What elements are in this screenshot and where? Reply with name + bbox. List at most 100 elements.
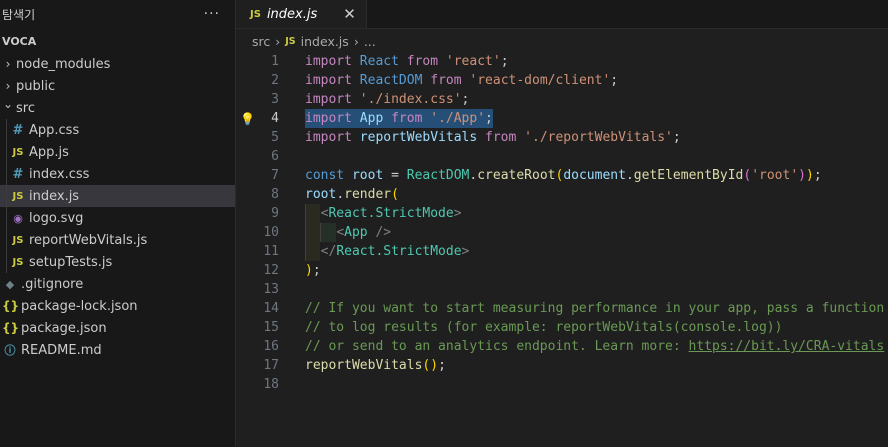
- chevron-down-icon[interactable]: ⌄: [2, 97, 14, 111]
- code-line[interactable]: 14 // If you want to start measuring perf…: [236, 299, 888, 318]
- code-token: >: [453, 206, 462, 221]
- breadcrumb-file[interactable]: index.js: [301, 34, 349, 49]
- code-token: 'root': [751, 168, 799, 183]
- code-line[interactable]: 5 import reportWebVitals from './reportWe…: [236, 128, 888, 147]
- line-number: 15: [263, 320, 279, 335]
- tree-item-app-css[interactable]: # App.css: [0, 119, 235, 141]
- code-text: import React from 'react';: [305, 52, 509, 71]
- code-text: // If you want to start measuring perfor…: [305, 299, 884, 318]
- json-file-icon: {}: [2, 321, 20, 335]
- code-token: import: [305, 92, 352, 107]
- css-file-icon: #: [12, 122, 24, 138]
- code-token: >: [461, 244, 470, 259]
- tree-item-index-js[interactable]: JS index.js: [0, 185, 235, 207]
- tree-item-label: index.js: [29, 188, 80, 204]
- code-line[interactable]: 💡 4 import App from './App';: [236, 109, 888, 128]
- tree-item-public[interactable]: › public: [0, 75, 235, 97]
- line-number: 10: [263, 225, 279, 240]
- code-line[interactable]: 13: [236, 280, 888, 299]
- code-line[interactable]: 3 import './index.css';: [236, 90, 888, 109]
- breadcrumb-symbols[interactable]: ...: [364, 34, 376, 49]
- indent-guide: [6, 251, 7, 273]
- code-token[interactable]: https://bit.ly/CRA-vitals: [689, 339, 885, 354]
- code-line[interactable]: 18: [236, 375, 888, 394]
- code-token: from: [430, 73, 462, 88]
- code-line[interactable]: 2 import ReactDOM from 'react-dom/client'…: [236, 71, 888, 90]
- tree-item-package-json[interactable]: {} package.json: [0, 317, 235, 339]
- code-text: const root = ReactDOM. createRoot (documen…: [305, 166, 822, 185]
- explorer-header: 탐색기 ···: [0, 0, 235, 28]
- code-text: // or send to an analytics endpoint. Lea…: [305, 337, 884, 356]
- line-number: 17: [263, 358, 279, 373]
- code-line[interactable]: 8 root.render(: [236, 185, 888, 204]
- code-line[interactable]: 11 </React.StrictMode>: [236, 242, 888, 261]
- workspace-name[interactable]: VOCA: [0, 31, 235, 53]
- line-number: 3: [271, 92, 279, 107]
- tree-item-package-lock-json[interactable]: {} package-lock.json: [0, 295, 235, 317]
- chevron-right-icon[interactable]: ›: [2, 79, 14, 93]
- code-token: './reportWebVitals': [524, 130, 673, 145]
- tab-index-js[interactable]: JS index.js ✕: [236, 0, 367, 28]
- code-token: App: [344, 225, 368, 240]
- code-line[interactable]: 9 <React.StrictMode>: [236, 204, 888, 223]
- code-token: ;: [312, 263, 321, 278]
- breadcrumb-folder[interactable]: src: [252, 34, 270, 49]
- line-number: 6: [271, 149, 279, 164]
- line-number: 16: [263, 339, 279, 354]
- code-line[interactable]: 17 reportWebVitals();: [236, 356, 888, 375]
- code-text: <App />: [305, 223, 391, 242]
- code-text: import reportWebVitals from './reportWeb…: [305, 128, 681, 147]
- code-token: ReactDOM: [406, 168, 470, 183]
- tree-item-src[interactable]: ⌄ src: [0, 97, 235, 119]
- tree-item-label: package-lock.json: [21, 298, 138, 314]
- code-editor[interactable]: 1 import React from 'react'; 2 import React…: [236, 52, 888, 394]
- code-token: reportWebVitals: [359, 130, 478, 145]
- code-token: 'react': [445, 54, 501, 69]
- git-file-icon: ◆: [5, 277, 15, 291]
- js-file-icon: JS: [12, 256, 24, 268]
- tree-item-gitignore[interactable]: ◆ .gitignore: [0, 273, 235, 295]
- tree-item-index-css[interactable]: # index.css: [0, 163, 235, 185]
- tree-item-app-js[interactable]: JS App.js: [0, 141, 235, 163]
- code-line[interactable]: 7 const root = ReactDOM. createRoot (docume…: [236, 166, 888, 185]
- info-file-icon: ⓘ: [4, 344, 16, 357]
- code-token: />: [367, 225, 392, 240]
- code-token: import: [305, 111, 352, 126]
- code-token: ;: [610, 73, 619, 88]
- tree-item-label: setupTests.js: [29, 254, 113, 270]
- line-number: 9: [271, 206, 279, 221]
- close-icon[interactable]: ✕: [343, 5, 356, 23]
- tree-item-node-modules[interactable]: › node_modules: [0, 53, 235, 75]
- code-token: ;: [672, 130, 681, 145]
- tree-item-label: README.md: [21, 342, 102, 358]
- code-line[interactable]: 12);: [236, 261, 888, 280]
- json-file-icon: {}: [2, 299, 20, 313]
- code-text: // to log results (for example: reportWe…: [305, 318, 782, 337]
- more-actions-icon[interactable]: ···: [204, 6, 220, 22]
- code-line[interactable]: 1 import React from 'react';: [236, 52, 888, 71]
- tree-item-readme-md[interactable]: ⓘ README.md: [0, 339, 235, 361]
- tree-item-setuptests-js[interactable]: JS setupTests.js: [0, 251, 235, 273]
- tree-item-reportwebvitals-js[interactable]: JS reportWebVitals.js: [0, 229, 235, 251]
- code-token: (: [391, 187, 399, 202]
- chevron-right-icon[interactable]: ›: [2, 57, 14, 71]
- code-token: // or send to an analytics endpoint. Lea…: [305, 339, 689, 354]
- tree-item-label: src: [16, 100, 35, 116]
- code-line[interactable]: 16 // or send to an analytics endpoint. L…: [236, 337, 888, 356]
- tree-item-label: node_modules: [16, 56, 111, 72]
- code-line[interactable]: 10 <App />: [236, 223, 888, 242]
- line-number: 5: [271, 130, 279, 145]
- code-token: render: [344, 187, 392, 202]
- code-token: './index.css': [359, 92, 462, 107]
- code-token: (: [743, 168, 752, 183]
- code-line[interactable]: 15 // to log results (for example: report…: [236, 318, 888, 337]
- tree-item-label: .gitignore: [21, 276, 84, 292]
- code-line[interactable]: 6: [236, 147, 888, 166]
- tree-item-logo-svg[interactable]: ◉ logo.svg: [0, 207, 235, 229]
- code-token: React: [359, 54, 399, 69]
